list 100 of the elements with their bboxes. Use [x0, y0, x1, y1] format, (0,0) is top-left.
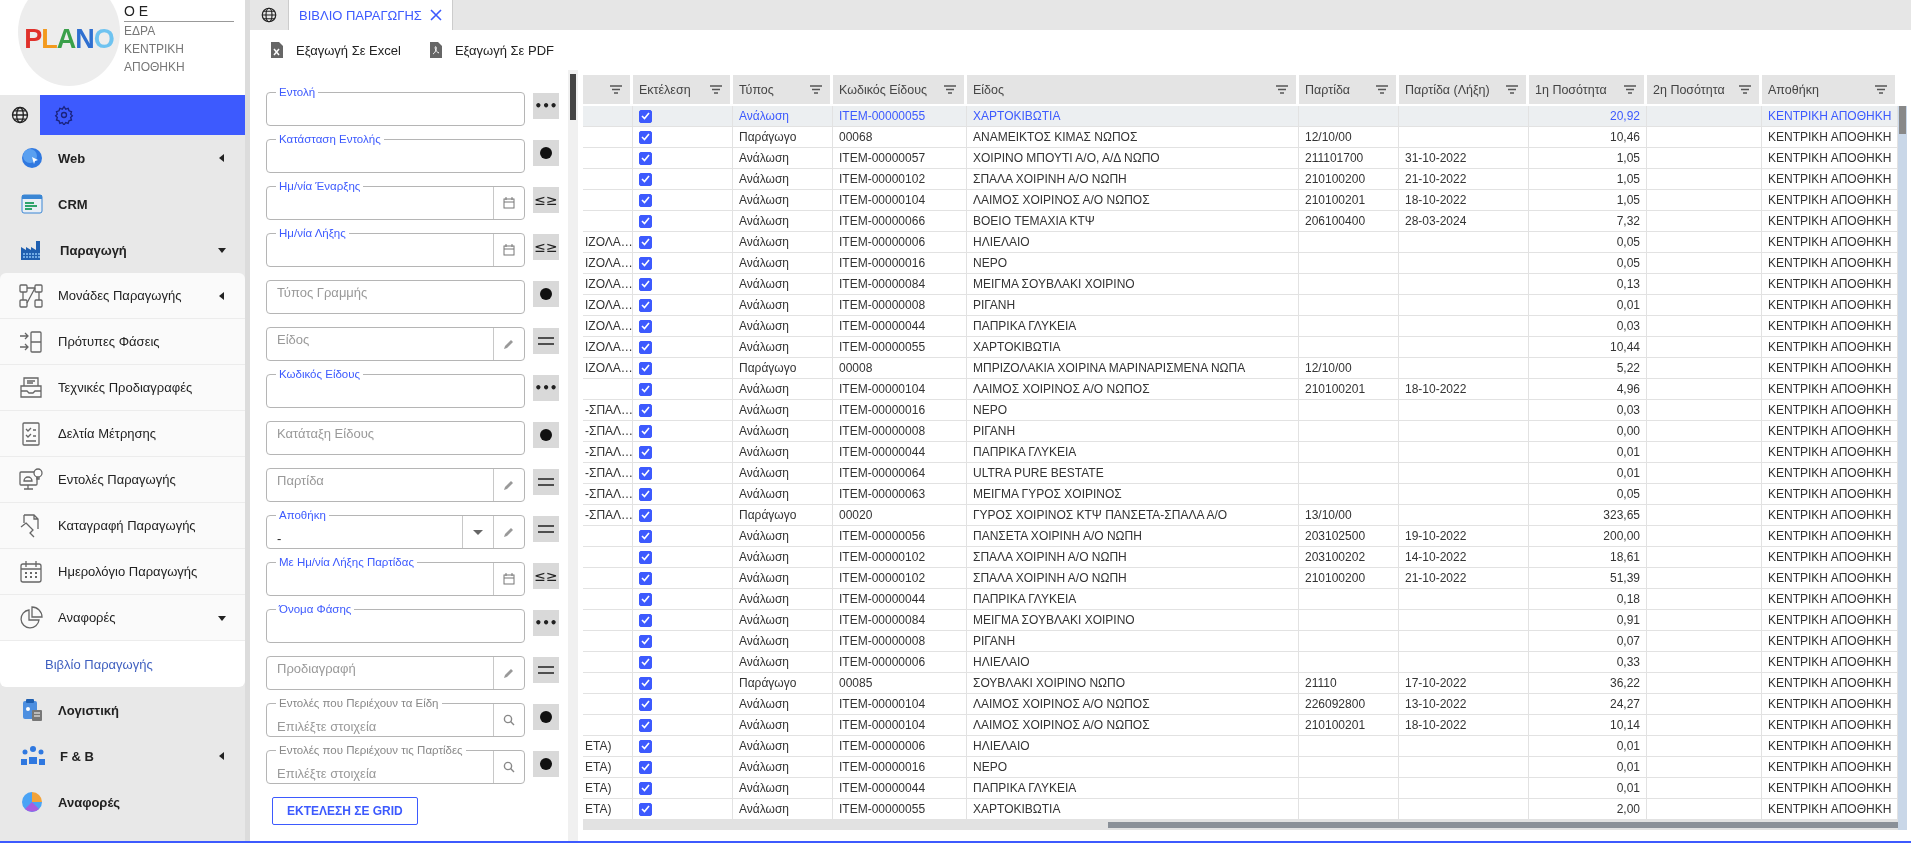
table-row[interactable]: Ανάλωση ITEM-00000104 ΛΑΙΜΟΣ ΧΟΙΡΙΝΟΣ Α/Ο ΝΩΠΟΣ 210100201 18-10-2022 4,96 ΚΕΝΤΡΙΚΗ ΑΠΟΘΗΚΗ [583, 379, 1898, 400]
filter-icon[interactable] [944, 85, 956, 94]
table-row[interactable]: -ΣΠΑΛ… Ανάλωση ITEM-00000016 ΝΕΡΟ 0,03 ΚΕΝΤΡΙΚΗ ΑΠΟΘΗΚΗ [583, 400, 1898, 421]
checkbox[interactable] [639, 193, 652, 207]
menu-item[interactable]: Παραγωγή [0, 227, 245, 273]
calendar-icon[interactable] [503, 244, 515, 256]
table-row[interactable]: -ΣΠΑΛ… Ανάλωση ITEM-00000008 ΡΙΓΑΝΗ 0,00 ΚΕΝΤΡΙΚΗ ΑΠΟΘΗΚΗ [583, 421, 1898, 442]
filter-icon[interactable] [610, 85, 622, 94]
checkbox[interactable] [639, 298, 652, 312]
table-row[interactable]: ΙΖΟΛΑ… Παράγωγο 00008 ΜΠΡΙΖΟΛΑΚΙΑ ΧΟΙΡΙΝΑ ΜΑΡΙΝΑΡΙΣΜΕΝΑ ΝΩΠΑ 12/10/00 5,22 ΚΕΝΤΡΙΚΗ ΑΠΟΘΗΚΗ [583, 358, 1898, 379]
more-button[interactable]: ••• [533, 374, 559, 401]
table-row[interactable]: Ανάλωση ITEM-00000057 ΧΟΙΡΙΝΟ ΜΠΟΥΤΙ Α/Ο, Α/Δ ΝΩΠΟ 211101700 31-10-2022 1,05 ΚΕΝΤΡΙΚΗ ΑΠΟΘΗΚΗ [583, 148, 1898, 169]
input-field[interactable]: Κατάταξη Είδους [267, 422, 524, 454]
checkbox[interactable] [639, 109, 652, 123]
checkbox[interactable] [639, 172, 652, 186]
checkbox[interactable] [639, 424, 652, 438]
checkbox[interactable] [639, 256, 652, 270]
checkbox[interactable] [639, 571, 652, 585]
column-header[interactable]: Παρτίδα (Λήξη) [1399, 75, 1529, 104]
vertical-scrollbar[interactable] [568, 70, 578, 841]
menu-item[interactable]: Καταγραφή Παραγωγής [0, 503, 245, 549]
checkbox[interactable] [639, 340, 652, 354]
menu-item[interactable]: Web [0, 135, 245, 181]
search-icon[interactable] [503, 714, 515, 726]
range-button[interactable]: ≤≥ [533, 233, 559, 260]
table-row[interactable]: ΕΤΑ) Ανάλωση ITEM-00000044 ΠΑΠΡΙΚΑ ΓΛΥΚΕΙΑ 0,01 ΚΕΝΤΡΙΚΗ ΑΠΟΘΗΚΗ [583, 778, 1898, 799]
table-row[interactable]: Παράγωγο 00068 ΑΝΑΜΕΙΚΤΟΣ ΚΙΜΑΣ ΝΩΠΟΣ 12/10/00 10,46 ΚΕΝΤΡΙΚΗ ΑΠΟΘΗΚΗ [583, 127, 1898, 148]
tab[interactable]: ΒΙΒΛΙΟ ΠΑΡΑΓΩΓΗΣ [289, 0, 453, 30]
table-row[interactable]: Ανάλωση ITEM-00000102 ΣΠΑΛΑ ΧΟΙΡΙΝΗ Α/Ο ΝΩΠΗ 210100200 21-10-2022 1,05 ΚΕΝΤΡΙΚΗ ΑΠΟΘΗΚΗ [583, 169, 1898, 190]
pencil-icon[interactable] [503, 479, 515, 491]
run-button[interactable]: ΕΚΤΕΛΕΣΗ ΣΕ GRID [272, 797, 418, 825]
menu-item[interactable]: Ημερολόγιο Παραγωγής [0, 549, 245, 595]
checkbox[interactable] [639, 550, 652, 564]
menu-item[interactable]: F & B [0, 733, 245, 779]
table-row[interactable]: -ΣΠΑΛ… Ανάλωση ITEM-00000044 ΠΑΠΡΙΚΑ ΓΛΥΚΕΙΑ 0,01 ΚΕΝΤΡΙΚΗ ΑΠΟΘΗΚΗ [583, 442, 1898, 463]
menu-item[interactable]: Βιβλίο Παραγωγής [0, 641, 245, 687]
text-input[interactable]: - [267, 524, 462, 548]
table-row[interactable]: -ΣΠΑΛ… Ανάλωση ITEM-00000063 ΜΕΙΓΜΑ ΓΥΡΟΣ ΧΟΙΡΙΝΟΣ 0,05 ΚΕΝΤΡΙΚΗ ΑΠΟΘΗΚΗ [583, 484, 1898, 505]
table-row[interactable]: -ΣΠΑΛ… Ανάλωση ITEM-00000064 ULTRA PURE BESTATE 0,01 ΚΕΝΤΡΙΚΗ ΑΠΟΘΗΚΗ [583, 463, 1898, 484]
checkbox[interactable] [639, 487, 652, 501]
search-icon[interactable] [503, 761, 515, 773]
toggle-button[interactable] [533, 139, 559, 166]
pencil-icon[interactable] [503, 338, 515, 350]
menu-item[interactable]: Εντολές Παραγωγής [0, 457, 245, 503]
more-button[interactable]: ••• [533, 92, 559, 119]
pencil-icon[interactable] [503, 667, 515, 679]
checkbox[interactable] [639, 718, 652, 732]
table-row[interactable]: ΙΖΟΛΑ… Ανάλωση ITEM-00000044 ΠΑΠΡΙΚΑ ΓΛΥΚΕΙΑ 0,03 ΚΕΝΤΡΙΚΗ ΑΠΟΘΗΚΗ [583, 316, 1898, 337]
table-row[interactable]: Ανάλωση ITEM-00000104 ΛΑΙΜΟΣ ΧΟΙΡΙΝΟΣ Α/Ο ΝΩΠΟΣ 210100201 18-10-2022 10,14 ΚΕΝΤΡΙΚΗ ΑΠΟΘΗΚΗ [583, 715, 1898, 736]
equals-button[interactable] [533, 468, 559, 495]
table-row[interactable]: ΙΖΟΛΑ… Ανάλωση ITEM-00000055 ΧΑΡΤΟΚΙΒΩΤΙΑ 10,44 ΚΕΝΤΡΙΚΗ ΑΠΟΘΗΚΗ [583, 337, 1898, 358]
pencil-icon[interactable] [503, 526, 515, 538]
column-header[interactable] [583, 75, 633, 104]
table-row[interactable]: ΕΤΑ) Ανάλωση ITEM-00000055 ΧΑΡΤΟΚΙΒΩΤΙΑ 2,00 ΚΕΝΤΡΙΚΗ ΑΠΟΘΗΚΗ [583, 799, 1898, 820]
filter-icon[interactable] [1739, 85, 1751, 94]
input-field[interactable]: Τύπος Γραμμής [267, 281, 524, 313]
filter-icon[interactable] [1624, 85, 1636, 94]
checkbox[interactable] [639, 214, 652, 228]
table-row[interactable]: ΕΤΑ) Ανάλωση ITEM-00000016 ΝΕΡΟ 0,01 ΚΕΝΤΡΙΚΗ ΑΠΟΘΗΚΗ [583, 757, 1898, 778]
checkbox[interactable] [639, 634, 652, 648]
menu-item[interactable]: Μονάδες Παραγωγής [0, 273, 245, 319]
checkbox[interactable] [639, 319, 652, 333]
menu-item[interactable]: Λογιστική [0, 687, 245, 733]
table-row[interactable]: Ανάλωση ITEM-00000102 ΣΠΑΛΑ ΧΟΙΡΙΝΗ Α/Ο ΝΩΠΗ 203100202 14-10-2022 18,61 ΚΕΝΤΡΙΚΗ ΑΠΟΘΗΚΗ [583, 547, 1898, 568]
table-row[interactable]: Ανάλωση ITEM-00000066 ΒΟΕΙΟ ΤΕΜΑΧΙΑ ΚΤΨ 206100400 28-03-2024 7,32 ΚΕΝΤΡΙΚΗ ΑΠΟΘΗΚΗ [583, 211, 1898, 232]
text-input[interactable]: Προδιαγραφή [267, 657, 493, 689]
checkbox[interactable] [639, 403, 652, 417]
toggle-button[interactable] [533, 703, 559, 730]
toggle-button[interactable] [533, 421, 559, 448]
text-input[interactable]: Επιλέξτε στοιχεία [267, 712, 493, 736]
range-button[interactable]: ≤≥ [533, 186, 559, 213]
checkbox[interactable] [639, 529, 652, 543]
more-button[interactable]: ••• [533, 609, 559, 636]
checkbox[interactable] [639, 130, 652, 144]
checkbox[interactable] [639, 277, 652, 291]
checkbox[interactable] [639, 151, 652, 165]
table-row[interactable]: -ΣΠΑΛ… Παράγωγο 00020 ΓΥΡΟΣ ΧΟΙΡΙΝΟΣ ΚΤΨ ΠΑΝΣΕΤΑ-ΣΠΑΛΑ Α/Ο 13/10/00 323,65 ΚΕΝΤΡΙΚΗ ΑΠΟΘΗΚΗ [583, 505, 1898, 526]
table-row[interactable]: ΙΖΟΛΑ… Ανάλωση ITEM-00000016 ΝΕΡΟ 0,05 ΚΕΝΤΡΙΚΗ ΑΠΟΘΗΚΗ [583, 253, 1898, 274]
table-row[interactable]: Ανάλωση ITEM-00000104 ΛΑΙΜΟΣ ΧΟΙΡΙΝΟΣ Α/Ο ΝΩΠΟΣ 226092800 13-10-2022 24,27 ΚΕΝΤΡΙΚΗ ΑΠΟΘΗΚΗ [583, 694, 1898, 715]
checkbox[interactable] [639, 655, 652, 669]
export-button[interactable]: Εξαγωγή Σε Excel [270, 42, 401, 58]
menu-item[interactable]: Πρότυπες Φάσεις [0, 319, 245, 365]
filter-icon[interactable] [1506, 85, 1518, 94]
toggle-button[interactable] [533, 280, 559, 307]
column-header[interactable]: Κωδικός Είδους [833, 75, 967, 104]
column-header[interactable]: Εκτέλεση [633, 75, 733, 104]
text-input[interactable]: Παρτίδα [267, 469, 493, 501]
calendar-icon[interactable] [503, 197, 515, 209]
export-button[interactable]: Εξαγωγή Σε PDF [428, 42, 554, 58]
filter-icon[interactable] [710, 85, 722, 94]
table-row[interactable]: Ανάλωση ITEM-00000102 ΣΠΑΛΑ ΧΟΙΡΙΝΗ Α/Ο ΝΩΠΗ 210100200 21-10-2022 51,39 ΚΕΝΤΡΙΚΗ ΑΠΟΘΗΚΗ [583, 568, 1898, 589]
menu-item[interactable]: Αναφορές [0, 595, 245, 641]
menu-item[interactable]: Τεχνικές Προδιαγραφές [0, 365, 245, 411]
input-field[interactable]: Είδος [266, 327, 525, 361]
range-button[interactable]: ≤≥ [533, 562, 559, 589]
horizontal-scrollbar[interactable] [583, 820, 1898, 830]
checkbox[interactable] [639, 508, 652, 522]
table-row[interactable]: Παράγωγο 00085 ΣΟΥΒΛΑΚΙ ΧΟΙΡΙΝΟ ΝΩΠΟ 21110 17-10-2022 36,22 ΚΕΝΤΡΙΚΗ ΑΠΟΘΗΚΗ [583, 673, 1898, 694]
column-header[interactable]: Αποθήκη [1762, 75, 1898, 104]
table-row[interactable]: ΙΖΟΛΑ… Ανάλωση ITEM-00000084 ΜΕΙΓΜΑ ΣΟΥΒΛΑΚΙ ΧΟΙΡΙΝΟ 0,13 ΚΕΝΤΡΙΚΗ ΑΠΟΘΗΚΗ [583, 274, 1898, 295]
